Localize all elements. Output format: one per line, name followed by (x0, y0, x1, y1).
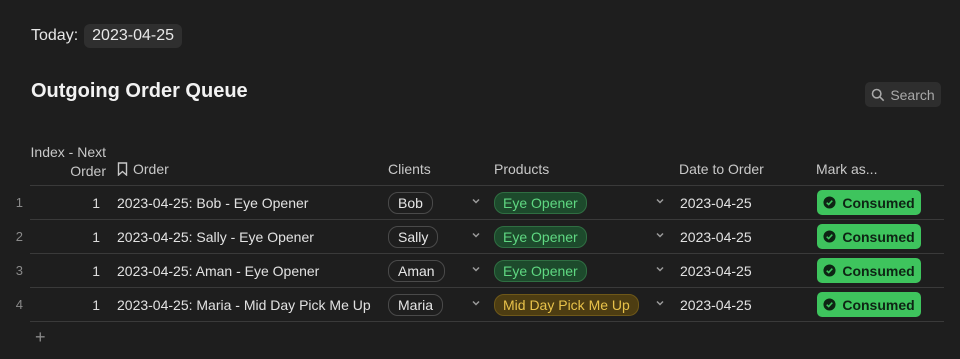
column-header-date[interactable]: Date to Order (679, 161, 764, 177)
consumed-button[interactable]: Consumed (817, 258, 921, 283)
chevron-down-icon (656, 198, 664, 204)
chevron-down-icon (472, 300, 480, 306)
chevron-down-icon (656, 266, 664, 272)
order-cell[interactable]: 2023-04-25: Maria - Mid Day Pick Me Up (117, 297, 371, 313)
row-divider (30, 321, 944, 322)
check-circle-icon (823, 196, 836, 209)
order-cell[interactable]: 2023-04-25: Bob - Eye Opener (117, 195, 308, 211)
consumed-label: Consumed (842, 296, 915, 313)
table-row: 3 1 2023-04-25: Aman - Eye Opener Aman E… (0, 254, 960, 288)
today-indicator: Today: 2023-04-25 (31, 24, 182, 48)
consumed-label: Consumed (842, 228, 915, 245)
chevron-down-icon (656, 232, 664, 238)
consumed-button[interactable]: Consumed (817, 190, 921, 215)
date-cell[interactable]: 2023-04-25 (680, 263, 752, 279)
row-number: 3 (15, 263, 23, 278)
client-tag[interactable]: Maria (388, 294, 444, 316)
check-circle-icon (823, 298, 836, 311)
today-date-chip[interactable]: 2023-04-25 (84, 24, 182, 48)
consumed-label: Consumed (842, 194, 915, 211)
products-dropdown[interactable] (655, 264, 665, 274)
add-row-button[interactable]: + (35, 328, 46, 346)
client-tag[interactable]: Bob (388, 192, 433, 214)
table-row: 4 1 2023-04-25: Maria - Mid Day Pick Me … (0, 288, 960, 322)
check-circle-icon (823, 230, 836, 243)
column-header-order-label: Order (133, 161, 169, 177)
product-tag[interactable]: Mid Day Pick Me Up (494, 294, 639, 316)
clients-dropdown[interactable] (471, 298, 481, 308)
date-cell[interactable]: 2023-04-25 (680, 297, 752, 313)
order-cell[interactable]: 2023-04-25: Sally - Eye Opener (117, 229, 314, 245)
index-cell: 1 (92, 195, 100, 211)
chevron-down-icon (472, 198, 480, 204)
client-tag[interactable]: Aman (388, 260, 445, 282)
column-header-mark[interactable]: Mark as... (816, 161, 877, 177)
product-tag[interactable]: Eye Opener (494, 260, 587, 282)
index-cell: 1 (92, 263, 100, 279)
index-cell: 1 (92, 229, 100, 245)
search-label: Search (890, 86, 935, 103)
column-header-products[interactable]: Products (494, 161, 549, 177)
table-row: 2 1 2023-04-25: Sally - Eye Opener Sally… (0, 220, 960, 254)
today-label: Today: (31, 27, 79, 44)
column-header-index[interactable]: Index - Next Order (30, 143, 106, 181)
product-tag[interactable]: Eye Opener (494, 226, 587, 248)
products-dropdown[interactable] (655, 230, 665, 240)
products-dropdown[interactable] (655, 196, 665, 206)
column-header-order[interactable]: Order (116, 161, 169, 177)
date-cell[interactable]: 2023-04-25 (680, 195, 752, 211)
page-title: Outgoing Order Queue (31, 80, 248, 102)
chevron-down-icon (472, 232, 480, 238)
clients-dropdown[interactable] (471, 230, 481, 240)
consumed-label: Consumed (842, 262, 915, 279)
client-tag[interactable]: Sally (388, 226, 439, 248)
row-number: 1 (15, 195, 23, 210)
consumed-button[interactable]: Consumed (817, 292, 921, 317)
date-cell[interactable]: 2023-04-25 (680, 229, 752, 245)
product-tag[interactable]: Eye Opener (494, 192, 587, 214)
clients-dropdown[interactable] (471, 264, 481, 274)
products-dropdown[interactable] (655, 298, 665, 308)
check-circle-icon (823, 264, 836, 277)
clients-dropdown[interactable] (471, 196, 481, 206)
search-icon (872, 88, 885, 101)
row-number: 2 (15, 229, 23, 244)
consumed-button[interactable]: Consumed (817, 224, 921, 249)
order-cell[interactable]: 2023-04-25: Aman - Eye Opener (117, 263, 319, 279)
search-button[interactable]: Search (865, 82, 941, 107)
index-cell: 1 (92, 297, 100, 313)
chevron-down-icon (472, 266, 480, 272)
bookmark-icon (117, 162, 128, 176)
table-row: 1 1 2023-04-25: Bob - Eye Opener Bob Eye… (0, 186, 960, 220)
column-header-clients[interactable]: Clients (388, 161, 431, 177)
chevron-down-icon (656, 300, 664, 306)
row-number: 4 (15, 297, 23, 312)
